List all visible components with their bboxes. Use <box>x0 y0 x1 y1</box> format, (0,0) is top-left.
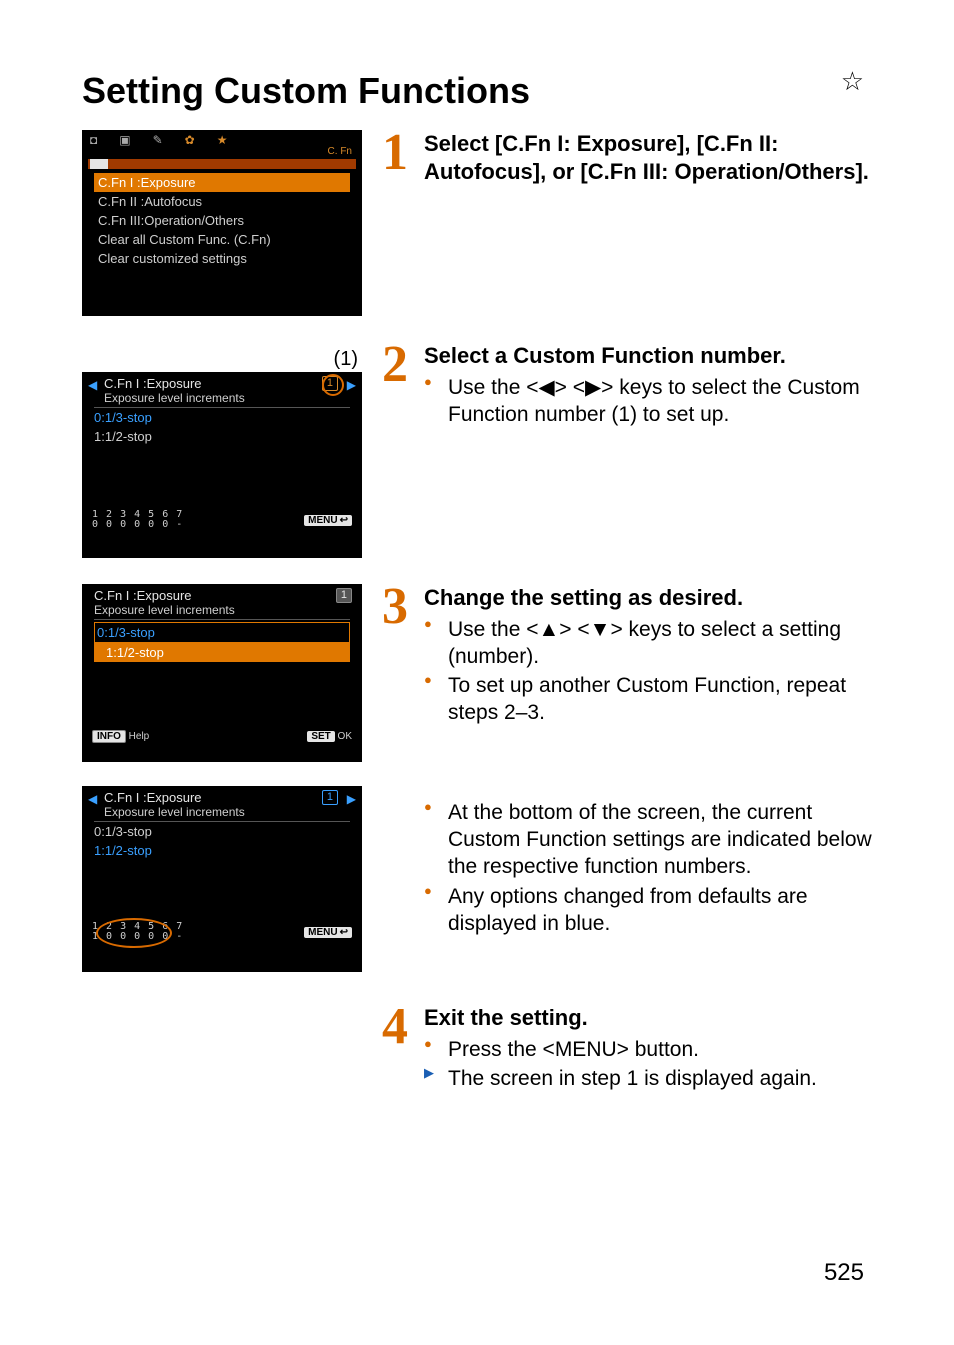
key-right-icon: ▶ <box>585 376 601 399</box>
step-number-4: 4 <box>382 1004 424 1094</box>
sc2-indicator: 1 2 3 4 5 6 7 0 0 0 0 0 0 - <box>92 510 183 530</box>
screenshot-step2: (1) C.Fn I :Exposure 1 Exposure level in… <box>82 372 362 558</box>
menu-label: MENU <box>555 1038 617 1061</box>
tab-camera-icon: ◘ <box>90 133 97 147</box>
callout-oval <box>96 918 172 948</box>
set-ok-badge: SET OK <box>307 731 352 742</box>
menu-item-exposure: C.Fn I :Exposure <box>94 173 350 192</box>
step3-bullet1: Use the <▲> <▼> keys to select a setting… <box>424 616 872 671</box>
star-icon: ☆ <box>841 66 864 97</box>
callout-1-label: (1) <box>334 348 358 371</box>
menu-return-badge: MENU <box>304 927 352 938</box>
sc2-subtitle: Exposure level increments <box>104 391 352 405</box>
step4-heading: Exit the setting. <box>424 1004 872 1032</box>
arrow-left-icon <box>88 378 97 392</box>
sc4-subtitle: Exposure level increments <box>104 805 352 819</box>
sc2-opt0: 0:1/3-stop <box>82 408 362 427</box>
sc3-opt0: 0:1/3-stop <box>94 622 350 643</box>
sc2-title: C.Fn I :Exposure <box>104 376 202 391</box>
info-help-badge: INFO Help <box>92 730 149 743</box>
tab-wrench-icon: ✎ <box>153 133 163 147</box>
step2-heading: Select a Custom Function number. <box>424 342 872 370</box>
arrow-right-icon <box>347 792 356 806</box>
cfn-label: C. Fn <box>82 146 362 157</box>
callout-1-circle <box>322 374 344 396</box>
tab-star-icon: ★ <box>217 133 228 147</box>
sc4-badge: 1 <box>322 790 338 805</box>
step3-bullet4: Any options changed from defaults are di… <box>424 883 872 938</box>
key-left-icon: ◀ <box>538 376 554 399</box>
page-title: Setting Custom Functions <box>82 70 872 112</box>
step4-bullet2: The screen in step 1 is displayed again. <box>424 1065 872 1092</box>
screenshot-step3a: C.Fn I :Exposure 1 Exposure level increm… <box>82 584 362 762</box>
screenshot-step3b: C.Fn I :Exposure 1 Exposure level increm… <box>82 786 362 972</box>
screenshot-step1: ◘ ▣ ✎ ✿ ★ C. Fn C.Fn I :Exposure C.Fn II… <box>82 130 362 316</box>
sc4-title: C.Fn I :Exposure <box>104 790 202 805</box>
step3-bullet3: At the bottom of the screen, the current… <box>424 799 872 881</box>
menu-item-operation: C.Fn III:Operation/Others <box>94 211 350 230</box>
menu-item-autofocus: C.Fn II :Autofocus <box>94 192 350 211</box>
step1-heading: Select [C.Fn I: Exposure], [C.Fn II: Aut… <box>424 130 872 185</box>
key-down-icon: ▼ <box>590 618 611 641</box>
tab-cog-icon: ✿ <box>185 133 195 147</box>
arrow-left-icon <box>88 792 97 806</box>
step-number-3: 3 <box>382 584 424 729</box>
menu-item-clear-custom: Clear customized settings <box>94 249 350 268</box>
sc3-title: C.Fn I :Exposure <box>94 588 192 603</box>
arrow-right-icon <box>347 378 356 392</box>
menu-return-badge: MENU <box>304 515 352 526</box>
step2-bullet1: Use the <◀> <▶> keys to select the Custo… <box>424 374 872 429</box>
page-number: 525 <box>824 1259 864 1287</box>
sc2-opt1: 1:1/2-stop <box>82 427 362 446</box>
sc4-indicator: 1 2 3 4 5 6 7 1 0 0 0 0 0 - <box>92 922 183 942</box>
sc4-opt0: 0:1/3-stop <box>82 822 362 841</box>
step3-heading: Change the setting as desired. <box>424 584 872 612</box>
step-number-1: 1 <box>382 130 424 189</box>
sc3-opt1: 1:1/2-stop <box>94 643 350 662</box>
sc3-subtitle: Exposure level increments <box>94 603 352 617</box>
key-up-icon: ▲ <box>538 618 559 641</box>
tab-play-icon: ▣ <box>119 133 130 147</box>
sc4-opt1: 1:1/2-stop <box>82 841 362 860</box>
menu-item-clear-all: Clear all Custom Func. (C.Fn) <box>94 230 350 249</box>
sc3-badge: 1 <box>336 588 352 603</box>
step-number-2: 2 <box>382 342 424 430</box>
step3-bullet2: To set up another Custom Function, repea… <box>424 672 872 727</box>
step4-bullet1: Press the <MENU> button. <box>424 1036 872 1063</box>
